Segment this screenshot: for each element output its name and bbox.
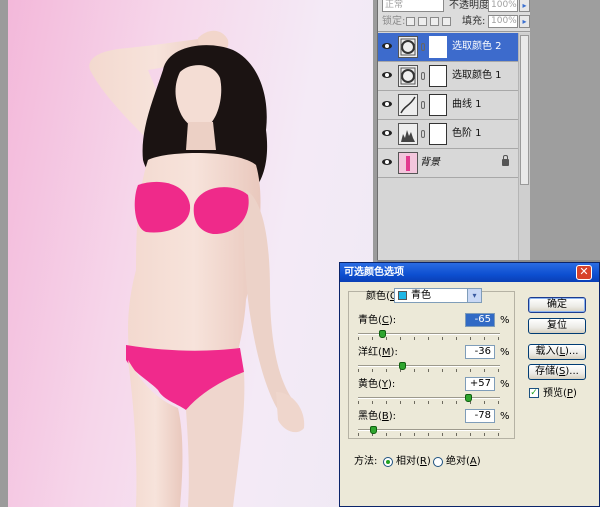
lock-icon [502, 155, 509, 166]
layer-mask-thumbnail[interactable] [429, 123, 447, 145]
opacity-label: 不透明度: [449, 0, 493, 11]
method-label: 方法: [354, 456, 378, 467]
layers-scrollbar[interactable] [518, 33, 530, 260]
ok-button[interactable]: 确定 [528, 297, 586, 313]
percent-label: % [500, 315, 510, 326]
layers-panel: 正常 不透明度: 100% ▸ 锁定: 填充: 100% ▸ 选取颜色 2 选取… [377, 0, 531, 260]
document-canvas[interactable] [0, 0, 377, 507]
layer-mask-thumbnail[interactable] [429, 94, 447, 116]
layer-row-background[interactable]: 背景 [378, 149, 531, 178]
percent-label: % [500, 347, 510, 358]
panel-right-gutter [530, 0, 600, 260]
percent-label: % [500, 411, 510, 422]
layer-name: 背景 [420, 157, 440, 168]
visibility-eye-icon[interactable] [382, 42, 392, 50]
black-input[interactable]: -78 [465, 409, 495, 423]
colors-dropdown[interactable]: 青色 ▾ [394, 288, 482, 303]
layer-name: 选取颜色 1 [452, 70, 502, 81]
colors-dropdown-value: 青色 [411, 290, 431, 301]
black-slider-handle[interactable] [369, 426, 377, 434]
link-chain-icon[interactable] [421, 130, 425, 138]
opacity-input[interactable]: 100% [488, 0, 518, 12]
cyan-slider-handle[interactable] [378, 330, 386, 338]
fill-input[interactable]: 100% [488, 15, 518, 28]
layers-options-bar: 正常 不透明度: 100% ▸ 锁定: 填充: 100% ▸ [378, 0, 531, 32]
layer-row-selective-color-2[interactable]: 选取颜色 2 [378, 33, 531, 62]
lock-all-icon[interactable] [442, 17, 451, 26]
method-absolute-label[interactable]: 绝对(A) [446, 456, 481, 468]
reset-button[interactable]: 复位 [528, 318, 586, 334]
link-chain-icon[interactable] [421, 101, 425, 109]
photo-image[interactable] [8, 0, 373, 507]
magenta-slider-track[interactable] [358, 365, 500, 367]
chevron-down-icon[interactable]: ▾ [467, 289, 481, 302]
layer-list: 选取颜色 2 选取颜色 1 曲线 1 色阶 1 背景 [378, 33, 531, 178]
yellow-input[interactable]: +57 [465, 377, 495, 391]
magenta-slider-handle[interactable] [399, 362, 407, 370]
layer-row-selective-color-1[interactable]: 选取颜色 1 [378, 62, 531, 91]
fill-arrow-icon[interactable]: ▸ [519, 15, 530, 28]
link-chain-icon[interactable] [421, 43, 425, 51]
layer-row-curves-1[interactable]: 曲线 1 [378, 91, 531, 120]
close-icon[interactable]: ✕ [576, 265, 592, 280]
model-photo-illustration [89, 30, 305, 507]
cyan-input[interactable]: -65 [465, 313, 495, 327]
yellow-slider-track[interactable] [358, 397, 500, 399]
curves-adjustment-icon [398, 94, 418, 116]
visibility-eye-icon[interactable] [382, 71, 392, 79]
black-label: 黑色(B): [358, 411, 397, 422]
preview-checkbox[interactable]: ✓ [529, 388, 539, 398]
opacity-arrow-icon[interactable]: ▸ [519, 0, 530, 12]
levels-adjustment-icon [398, 123, 418, 145]
method-relative-radio[interactable] [383, 457, 393, 467]
selective-color-adjustment-icon [398, 65, 418, 87]
yellow-label: 黄色(Y): [358, 379, 396, 390]
load-button[interactable]: 载入(L)... [528, 344, 586, 360]
scrollbar-thumb[interactable] [520, 35, 529, 185]
fill-label: 填充: [462, 16, 486, 27]
method-absolute-radio[interactable] [433, 457, 443, 467]
black-slider-ticks [358, 433, 500, 436]
magenta-input[interactable]: -36 [465, 345, 495, 359]
selective-color-dialog: 可选颜色选项 ✕ 颜色(O): 青色 ▾ 青色(C): -65 % 洋红(M):… [339, 262, 600, 507]
black-slider-track[interactable] [358, 429, 500, 431]
cyan-swatch-icon [398, 291, 407, 300]
dialog-title[interactable]: 可选颜色选项 [340, 263, 599, 282]
cyan-label: 青色(C): [358, 315, 397, 326]
lock-label: 锁定: [382, 16, 406, 27]
link-chain-icon[interactable] [421, 72, 425, 80]
visibility-eye-icon[interactable] [382, 129, 392, 137]
percent-label: % [500, 379, 510, 390]
selective-color-adjustment-icon [398, 36, 418, 58]
preview-label[interactable]: 预览(P) [543, 388, 577, 400]
method-relative-label[interactable]: 相对(R) [396, 456, 431, 468]
layer-mask-thumbnail[interactable] [429, 36, 447, 58]
visibility-eye-icon[interactable] [382, 158, 392, 166]
save-button[interactable]: 存储(S)... [528, 364, 586, 380]
yellow-slider-ticks [358, 401, 500, 404]
visibility-eye-icon[interactable] [382, 100, 392, 108]
background-thumbnail [398, 152, 418, 174]
magenta-slider-ticks [358, 369, 500, 372]
blend-mode-select[interactable]: 正常 [382, 0, 444, 12]
magenta-label: 洋红(M): [358, 347, 398, 358]
layer-name: 色阶 1 [452, 128, 482, 139]
layer-name: 曲线 1 [452, 99, 482, 110]
layer-mask-thumbnail[interactable] [429, 65, 447, 87]
layer-name: 选取颜色 2 [452, 41, 502, 52]
lock-move-icon[interactable] [430, 17, 439, 26]
lock-paint-icon[interactable] [418, 17, 427, 26]
lock-transparent-icon[interactable] [406, 17, 415, 26]
layer-row-levels-1[interactable]: 色阶 1 [378, 120, 531, 149]
